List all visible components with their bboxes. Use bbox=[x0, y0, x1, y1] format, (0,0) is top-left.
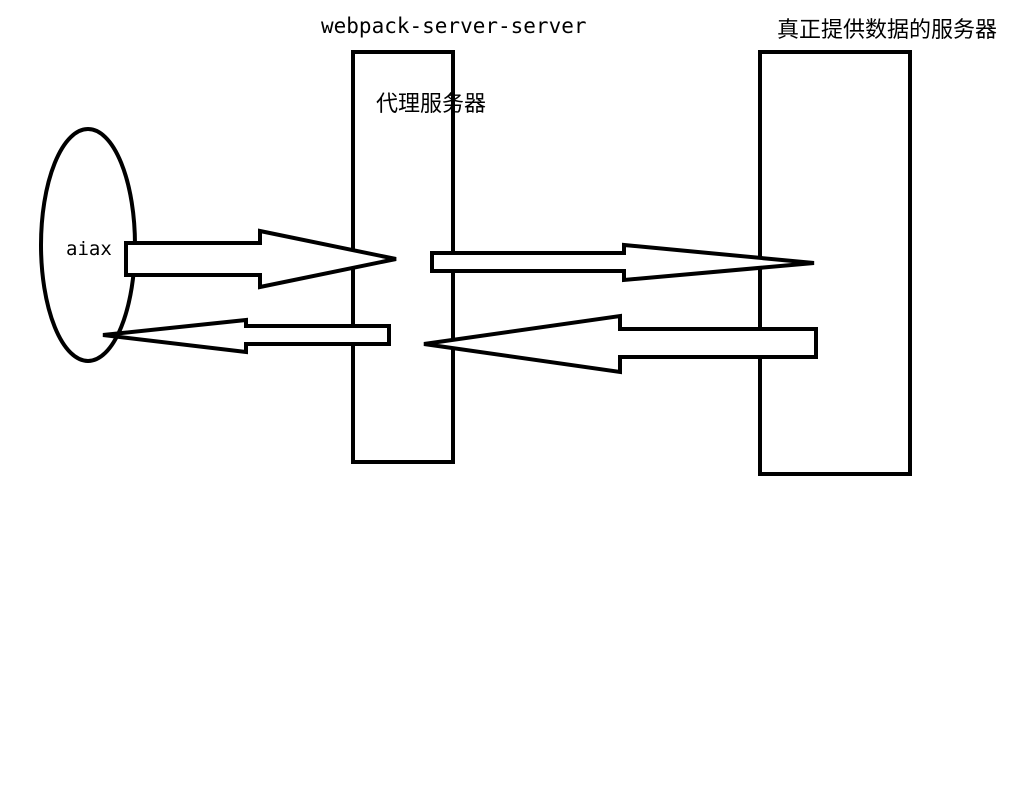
diagram-svg bbox=[39, 50, 912, 476]
arrow-request-client-to-proxy bbox=[124, 228, 397, 290]
webpack-server-title: webpack-server-server bbox=[321, 14, 587, 38]
diagram-canvas: webpack-server-server 代理服务器 真正提供数据的服务器 a… bbox=[0, 0, 1024, 783]
proxy-server-label: 代理服务器 bbox=[376, 92, 487, 117]
arrow-request-proxy-to-server bbox=[430, 242, 815, 283]
arrow-response-server-to-proxy bbox=[423, 313, 818, 375]
client-label: aiax bbox=[66, 238, 112, 260]
real-server-label: 真正提供数据的服务器 bbox=[777, 18, 998, 43]
arrow-response-proxy-to-client bbox=[102, 317, 391, 355]
